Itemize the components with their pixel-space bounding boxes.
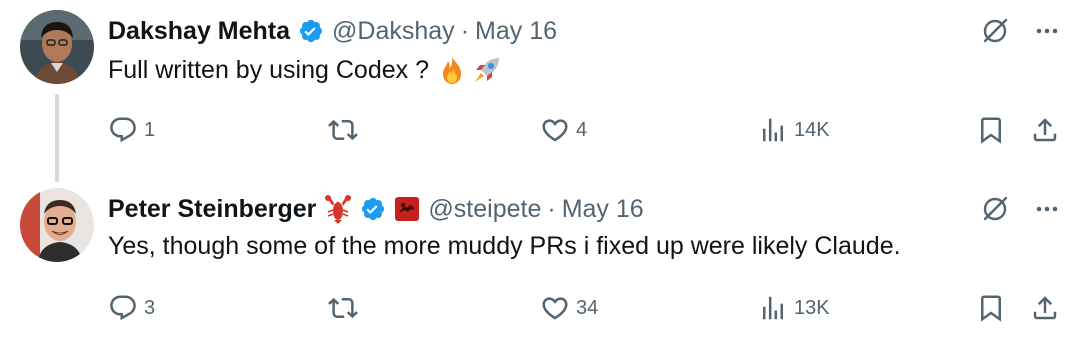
lobster-icon (324, 194, 352, 224)
tweet-header: Peter Steinberger @steipete · May 16 (108, 192, 644, 226)
red-badge-icon[interactable] (394, 196, 420, 222)
handle[interactable]: @steipete (428, 195, 541, 224)
avatar[interactable] (20, 10, 94, 84)
views-icon (763, 118, 783, 142)
tweet-header: Dakshay Mehta @Dakshay · May 16 (108, 14, 557, 48)
like-button[interactable]: 4 (540, 113, 587, 147)
reply-button[interactable]: 1 (108, 113, 155, 147)
like-count: 4 (576, 118, 588, 141)
grok-icon[interactable] (980, 194, 1010, 229)
timestamp[interactable]: May 16 (475, 17, 557, 46)
bookmark-button[interactable] (976, 291, 1006, 325)
tweet-text: Yes, though some of the more muddy PRs i… (108, 232, 901, 261)
tweet-text-content: Yes, though some of the more muddy PRs i… (108, 232, 901, 260)
verified-badge-icon (360, 196, 386, 222)
reply-button[interactable]: 3 (108, 291, 155, 325)
avatar[interactable] (20, 188, 94, 262)
views-count: 13K (794, 296, 830, 319)
retweet-button[interactable] (328, 291, 364, 325)
tweet-header-actions (980, 194, 1060, 229)
views-button[interactable]: 13K (758, 291, 830, 325)
retweet-icon (328, 297, 358, 319)
reply-count: 1 (144, 118, 156, 141)
tweet-actions: 1 4 14K (108, 113, 1060, 147)
reply-count: 3 (144, 296, 156, 319)
reply-icon (110, 295, 136, 321)
like-button[interactable]: 34 (540, 291, 598, 325)
rocket-icon (471, 54, 503, 86)
tweet-actions: 3 34 13K (108, 291, 1060, 325)
separator-dot: · (547, 194, 556, 223)
tweet-header-actions (980, 16, 1060, 51)
like-count: 34 (576, 296, 599, 319)
retweet-button[interactable] (328, 113, 364, 147)
tweet-text: Full written by using Codex ? (108, 54, 503, 86)
heart-icon (542, 297, 568, 320)
tweet[interactable]: Dakshay Mehta @Dakshay · May 16 Full wri… (0, 0, 1080, 170)
share-button[interactable] (1030, 113, 1060, 147)
heart-icon (542, 119, 568, 142)
views-count: 14K (794, 118, 830, 141)
bookmark-icon (981, 117, 1001, 144)
separator-dot: · (460, 16, 470, 45)
more-options-icon[interactable] (1034, 196, 1060, 227)
fire-icon (437, 54, 467, 86)
bookmark-button[interactable] (976, 113, 1006, 147)
views-icon (763, 296, 783, 320)
share-button[interactable] (1030, 291, 1060, 325)
reply-thread: Dakshay Mehta @Dakshay · May 16 Full wri… (0, 0, 1080, 347)
handle[interactable]: @Dakshay (332, 17, 455, 46)
tweet[interactable]: Peter Steinberger @steipete · May 16 Yes… (0, 178, 1080, 347)
reply-icon (110, 117, 136, 143)
timestamp[interactable]: May 16 (562, 195, 644, 224)
verified-badge-icon (298, 18, 324, 44)
bookmark-icon (981, 295, 1001, 322)
grok-icon[interactable] (980, 16, 1010, 51)
display-name[interactable]: Peter Steinberger (108, 195, 316, 224)
display-name[interactable]: Dakshay Mehta (108, 17, 290, 46)
tweet-text-content: Full written by using Codex ? (108, 55, 429, 84)
more-options-icon[interactable] (1034, 18, 1060, 49)
views-button[interactable]: 14K (758, 113, 830, 147)
retweet-icon (328, 119, 358, 141)
share-icon (1033, 296, 1057, 320)
share-icon (1033, 118, 1057, 142)
